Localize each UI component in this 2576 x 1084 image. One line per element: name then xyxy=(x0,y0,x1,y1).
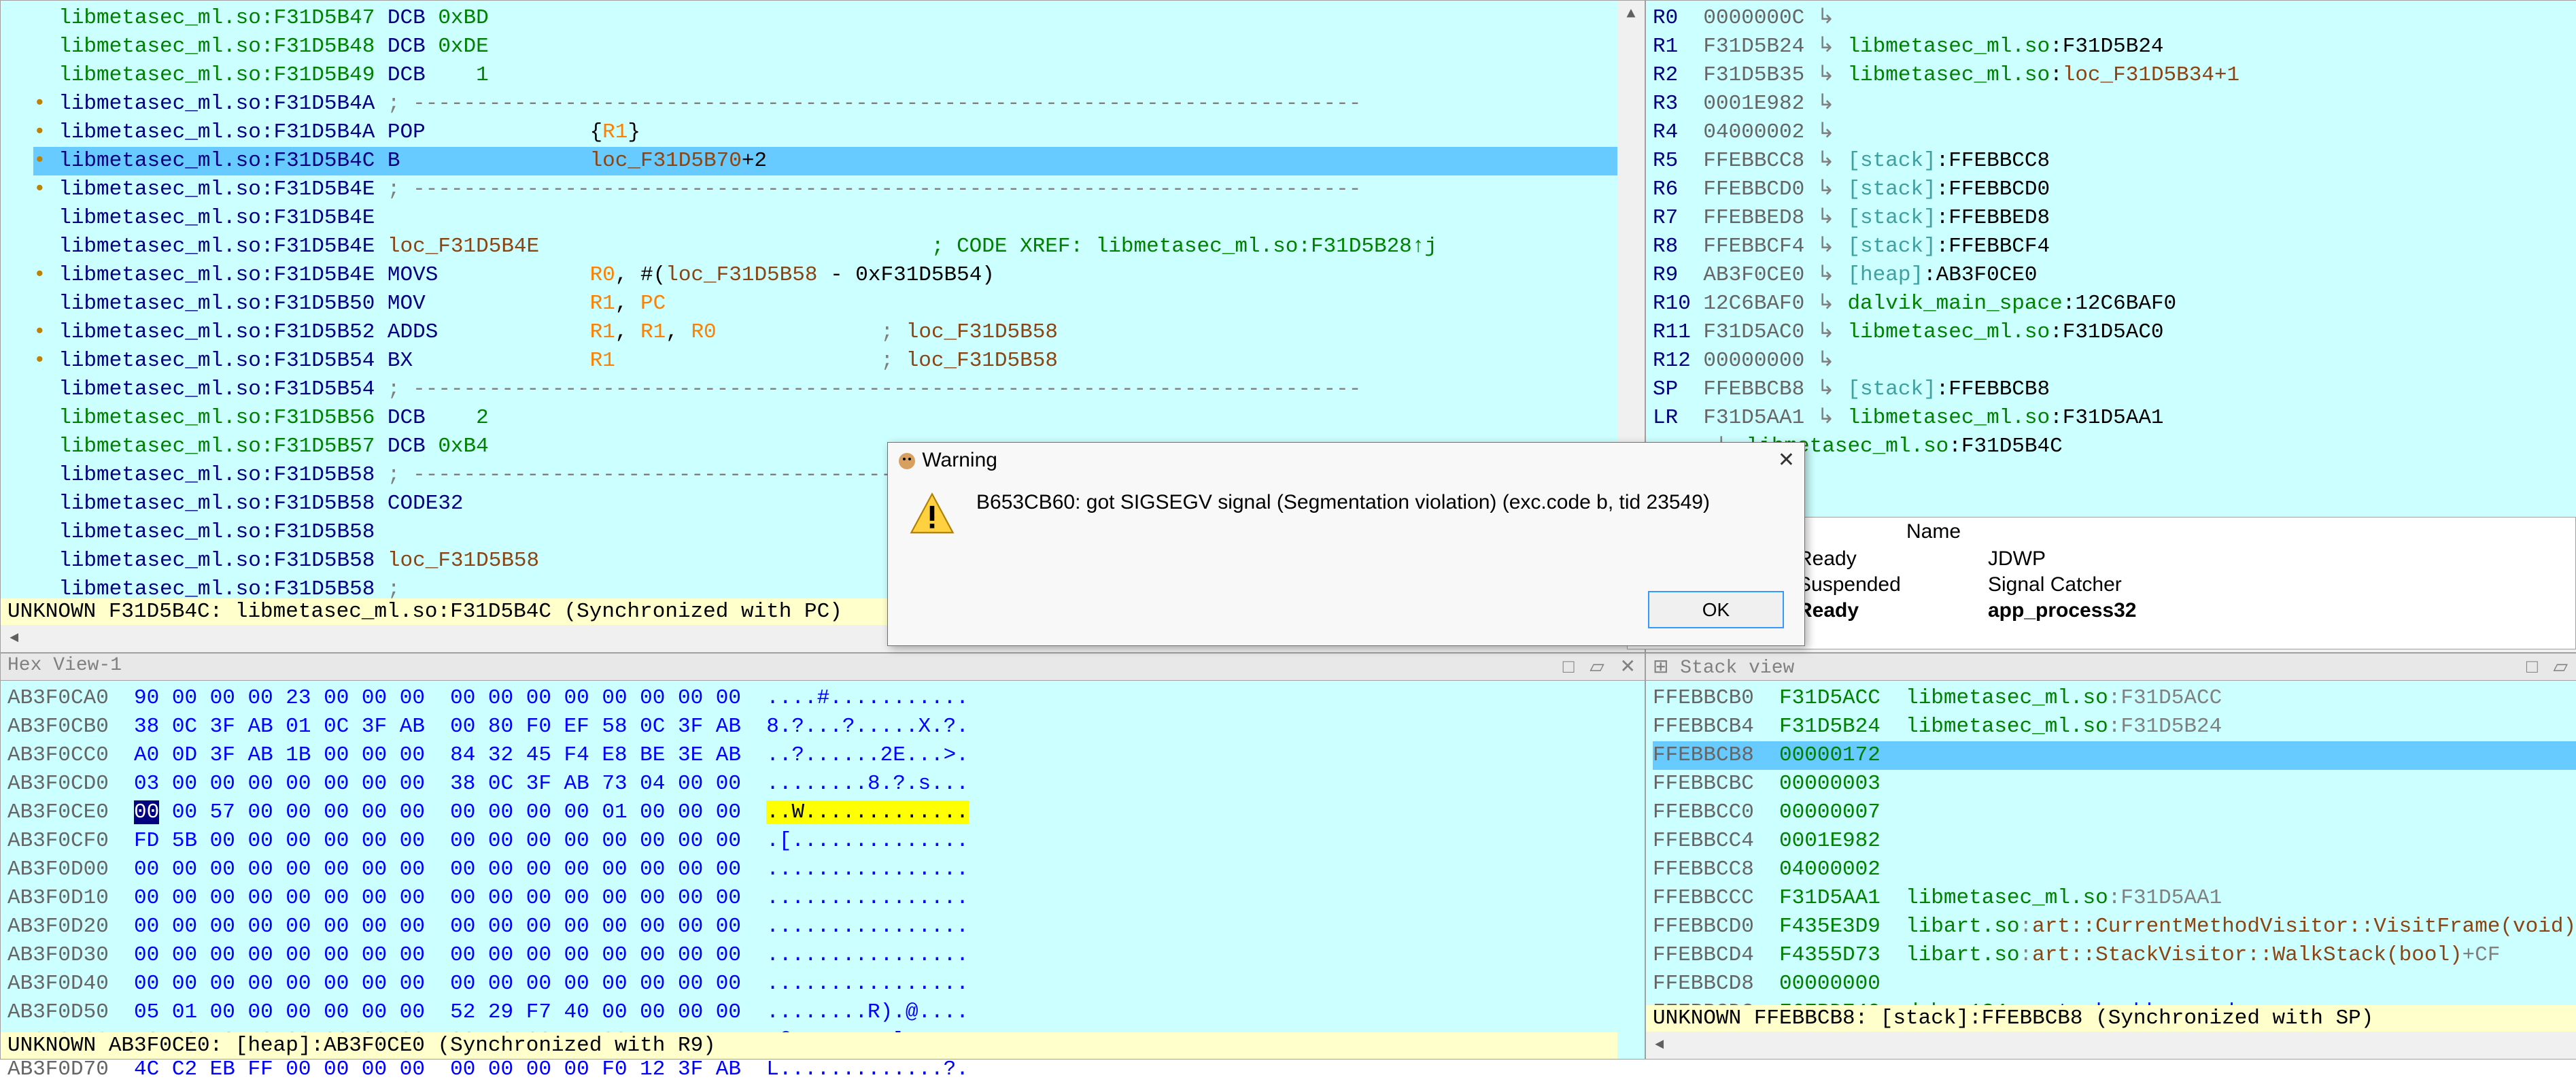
hex-row[interactable]: AB3F0D50 05 01 00 00 00 00 00 00 52 29 F… xyxy=(7,998,1638,1027)
stack-status: UNKNOWN FFEBBCB8: [stack]:FFEBBCB8 (Sync… xyxy=(1646,1005,2576,1032)
hex-row[interactable]: AB3F0D00 00 00 00 00 00 00 00 00 00 00 0… xyxy=(7,856,1638,884)
register-row[interactable]: R7 FFEBBED8 ↳ [stack]:FFEBBED8 xyxy=(1653,204,2576,233)
stack-row[interactable]: FFEBBCB4 F31D5B24 libmetasec_ml.so:F31D5… xyxy=(1653,713,2576,741)
disasm-row[interactable]: libmetasec_ml.so:F31D5B48 DCB 0xDE xyxy=(33,33,1645,61)
ok-button[interactable]: OK xyxy=(1648,591,1784,628)
hex-row[interactable]: AB3F0D30 00 00 00 00 00 00 00 00 00 00 0… xyxy=(7,941,1638,970)
disasm-row[interactable]: • libmetasec_ml.so:F31D5B52 ADDS R1, R1,… xyxy=(33,318,1645,347)
disasm-row[interactable]: • libmetasec_ml.so:F31D5B4E ; ----------… xyxy=(33,175,1645,204)
hex-row[interactable]: AB3F0CB0 38 0C 3F AB 01 0C 3F AB 00 80 F… xyxy=(7,713,1638,741)
window-controls-icon[interactable]: □ ▱ ✕ xyxy=(2526,655,2576,679)
dialog-message: B653CB60: got SIGSEGV signal (Segmentati… xyxy=(976,491,1710,514)
stack-row[interactable]: FFEBBCB0 F31D5ACC libmetasec_ml.so:F31D5… xyxy=(1653,684,2576,713)
register-row[interactable]: R11 F31D5AC0 ↳ libmetasec_ml.so:F31D5AC0 xyxy=(1653,318,2576,347)
register-row[interactable]: R8 FFEBBCF4 ↳ [stack]:FFEBBCF4 xyxy=(1653,233,2576,261)
register-row[interactable]: R9 AB3F0CE0 ↳ [heap]:AB3F0CE0 xyxy=(1653,261,2576,290)
stack-view-title-text: Stack view xyxy=(1680,658,1794,679)
register-row[interactable]: R10 12C6BAF0 ↳ dalvik_main_space:12C6BAF… xyxy=(1653,290,2576,318)
disasm-row[interactable]: libmetasec_ml.so:F31D5B47 DCB 0xBD xyxy=(33,4,1645,33)
hex-view-pane[interactable]: Hex View-1 □ ▱ ✕ AB3F0CA0 90 00 00 00 23… xyxy=(0,653,1645,1060)
stack-row[interactable]: FFEBBCC8 04000002 xyxy=(1653,856,2576,884)
register-row[interactable]: R2 F31D5B35 ↳ libmetasec_ml.so:loc_F31D5… xyxy=(1653,61,2576,90)
app-icon xyxy=(897,452,916,471)
register-row[interactable]: R3 0001E982 ↳ xyxy=(1653,90,2576,118)
window-controls-icon[interactable]: □ ▱ ✕ xyxy=(1563,655,1638,679)
disasm-row[interactable]: libmetasec_ml.so:F31D5B50 MOV R1, PC xyxy=(33,290,1645,318)
register-row[interactable]: R12 00000000 ↳ xyxy=(1653,347,2576,375)
close-icon[interactable]: ✕ xyxy=(1778,448,1795,472)
stack-listing[interactable]: FFEBBCB0 F31D5ACC libmetasec_ml.so:F31D5… xyxy=(1646,681,2576,1055)
hex-row[interactable]: AB3F0D10 00 00 00 00 00 00 00 00 00 00 0… xyxy=(7,884,1638,913)
hex-row[interactable]: AB3F0CD0 03 00 00 00 00 00 00 00 38 0C 3… xyxy=(7,770,1638,798)
hex-status: UNKNOWN AB3F0CE0: [heap]:AB3F0CE0 (Synch… xyxy=(1,1032,1617,1059)
stack-row[interactable]: FFEBBCD4 F4355D73 libart.so:art::StackVi… xyxy=(1653,941,2576,970)
registers-listing: R0 0000000C ↳R1 F31D5B24 ↳ libmetasec_ml… xyxy=(1646,1,2576,461)
disasm-row[interactable]: libmetasec_ml.so:F31D5B4E xyxy=(33,204,1645,233)
stack-view-title: ⊞ Stack view □ ▱ ✕ xyxy=(1646,654,2576,681)
warning-dialog: Warning ✕ B653CB60: got SIGSEGV signal (… xyxy=(887,442,1805,646)
hex-view-title: Hex View-1 □ ▱ ✕ xyxy=(1,654,1645,681)
disasm-row[interactable]: • libmetasec_ml.so:F31D5B4E MOVS R0, #(l… xyxy=(33,261,1645,290)
disasm-row[interactable]: • libmetasec_ml.so:F31D5B4A POP {R1} xyxy=(33,118,1645,147)
register-row[interactable]: LR F31D5AA1 ↳ libmetasec_ml.so:F31D5AA1 xyxy=(1653,404,2576,433)
register-row[interactable]: R0 0000000C ↳ xyxy=(1653,4,2576,33)
hex-row[interactable]: AB3F0D20 00 00 00 00 00 00 00 00 00 00 0… xyxy=(7,913,1638,941)
stack-view-pane[interactable]: ⊞ Stack view □ ▱ ✕ FFEBBCB0 F31D5ACC lib… xyxy=(1645,653,2576,1060)
hex-row[interactable]: AB3F0CC0 A0 0D 3F AB 1B 00 00 00 84 32 4… xyxy=(7,741,1638,770)
stack-row[interactable]: FFEBBCC4 0001E982 xyxy=(1653,827,2576,856)
stack-row[interactable]: FFEBBCB8 00000172 xyxy=(1653,741,2576,770)
stack-row[interactable]: FFEBBCBC 00000003 xyxy=(1653,770,2576,798)
register-row[interactable]: R6 FFEBBCD0 ↳ [stack]:FFEBBCD0 xyxy=(1653,175,2576,204)
register-row[interactable]: R5 FFEBBCC8 ↳ [stack]:FFEBBCC8 xyxy=(1653,147,2576,175)
hex-listing[interactable]: AB3F0CA0 90 00 00 00 23 00 00 00 00 00 0… xyxy=(1,681,1645,1084)
hex-row[interactable]: AB3F0CE0 00 00 57 00 00 00 00 00 00 00 0… xyxy=(7,798,1638,827)
disasm-row[interactable]: • libmetasec_ml.so:F31D5B4C B loc_F31D5B… xyxy=(33,147,1645,175)
register-row[interactable]: SP FFEBBCB8 ↳ [stack]:FFEBBCB8 xyxy=(1653,375,2576,404)
register-row[interactable]: R1 F31D5B24 ↳ libmetasec_ml.so:F31D5B24 xyxy=(1653,33,2576,61)
disasm-row[interactable]: libmetasec_ml.so:F31D5B54 ; ------------… xyxy=(33,375,1645,404)
hex-row[interactable]: AB3F0D40 00 00 00 00 00 00 00 00 00 00 0… xyxy=(7,970,1638,998)
disasm-row[interactable]: libmetasec_ml.so:F31D5B56 DCB 2 xyxy=(33,404,1645,433)
disasm-row[interactable]: • libmetasec_ml.so:F31D5B54 BX R1 ; loc_… xyxy=(33,347,1645,375)
dialog-title-text: Warning xyxy=(922,449,997,471)
disasm-row[interactable]: • libmetasec_ml.so:F31D5B4A ; ----------… xyxy=(33,90,1645,118)
stack-row[interactable]: FFEBBCC0 00000007 xyxy=(1653,798,2576,827)
disasm-row[interactable]: libmetasec_ml.so:F31D5B49 DCB 1 xyxy=(33,61,1645,90)
stack-row[interactable]: FFEBBCD0 F435E3D9 libart.so:art::Current… xyxy=(1653,913,2576,941)
hex-view-title-text: Hex View-1 xyxy=(7,655,122,679)
warning-icon xyxy=(908,491,956,539)
disasm-row[interactable]: libmetasec_ml.so:F31D5B4E loc_F31D5B4E ;… xyxy=(33,233,1645,261)
hex-row[interactable]: AB3F0CA0 90 00 00 00 23 00 00 00 00 00 0… xyxy=(7,684,1638,713)
col-name: Name xyxy=(1906,520,2569,543)
scrollbar-horizontal[interactable] xyxy=(1646,1032,2576,1059)
stack-row[interactable]: FFEBBCD8 00000000 xyxy=(1653,970,2576,998)
stack-row[interactable]: FFEBBCCC F31D5AA1 libmetasec_ml.so:F31D5… xyxy=(1653,884,2576,913)
hex-row[interactable]: AB3F0D70 4C C2 EB FF 00 00 00 00 00 00 0… xyxy=(7,1055,1638,1084)
register-row[interactable]: R4 04000002 ↳ xyxy=(1653,118,2576,147)
hex-row[interactable]: AB3F0CF0 FD 5B 00 00 00 00 00 00 00 00 0… xyxy=(7,827,1638,856)
